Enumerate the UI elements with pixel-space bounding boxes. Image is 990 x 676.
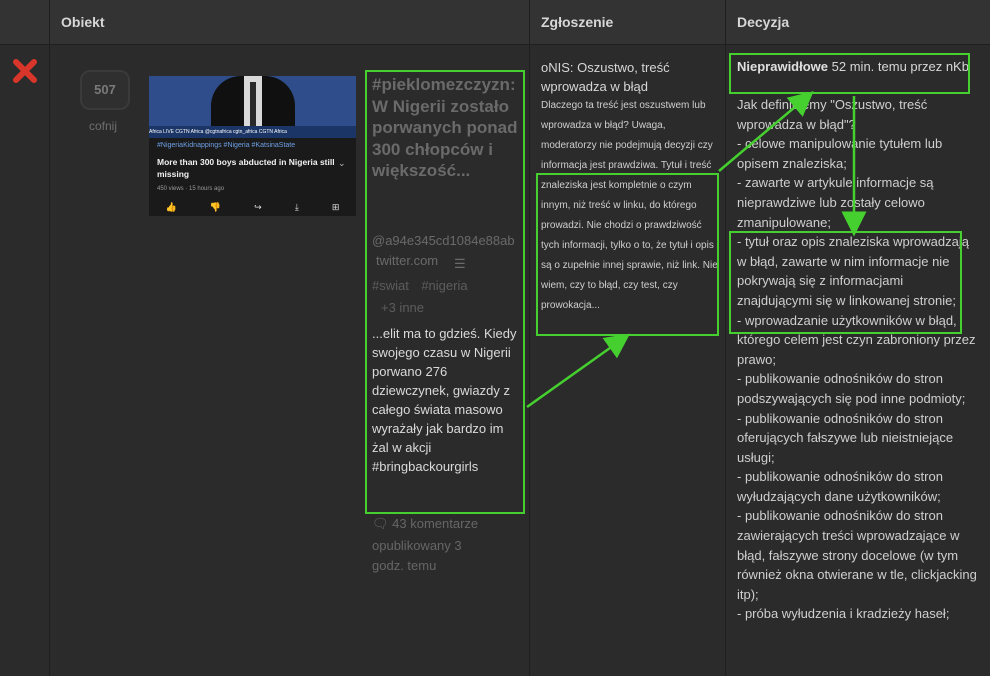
column-divider (49, 0, 50, 676)
decision-body: Jak definiujemy "Oszustwo, treść wprowad… (737, 97, 977, 622)
entry-hash: @a94e345cd1084e88ab (372, 233, 515, 248)
comments-icon: 🗨 (372, 516, 389, 531)
report-body: Dlaczego ta treść jest oszustwem lub wpr… (541, 100, 718, 311)
column-header-object: Obiekt (61, 14, 105, 30)
decision-verdict: Nieprawidłowe (737, 59, 829, 74)
column-divider (529, 0, 530, 676)
vote-count-badge[interactable]: 507 (80, 70, 130, 110)
column-divider (725, 0, 726, 676)
tag-link[interactable]: #nigeria (421, 278, 467, 293)
download-icon: ⤓ (294, 202, 299, 212)
add-to-playlist-icon: ⊞ (331, 202, 340, 212)
entry-domain-link[interactable]: twitter.com (376, 253, 438, 268)
column-header-decision: Decyzja (737, 14, 790, 30)
entry-thumbnail[interactable]: Africa LIVE CGTN Africa @cgtnafrica cgtn… (149, 76, 356, 216)
thumbs-down-icon: 👎 (209, 202, 222, 212)
undo-vote-link[interactable]: cofnij (89, 119, 117, 133)
entry-description: ...elit ma to gdzieś. Kiedy swojego czas… (372, 326, 517, 474)
decision-time: 52 min. temu przez nKb (831, 59, 969, 74)
thumbnail-tags: #NigeriaKidnappings #Nigeria #KatsinaSta… (157, 142, 296, 149)
report-reason: oNIS: Oszustwo, treść wprowadza w błąd (541, 60, 670, 94)
anchor-tie (250, 82, 256, 126)
entry-title[interactable]: #pieklomezczyzn: W Nigerii zostało porwa… (372, 74, 522, 182)
thumbs-up-icon: 👍 (165, 202, 177, 212)
entry-published: opublikowany 3 godz. temu (372, 538, 462, 573)
thumbnail-lower-third: Africa LIVE CGTN Africa @cgtnafrica cgtn… (149, 126, 356, 138)
column-header-report: Zgłoszenie (541, 14, 614, 30)
entry-comments[interactable]: 🗨 43 komentarze (372, 516, 478, 532)
tag-link[interactable]: #swiat (372, 278, 409, 293)
decision-header: Nieprawidłowe 52 min. temu przez nKb (737, 57, 977, 76)
comments-count: 43 komentarze (392, 516, 479, 531)
chevron-down-icon: ⌄ (338, 158, 346, 168)
thumbnail-actions: 👍 👎 ↪ ⤓ ⊞ (149, 202, 356, 213)
table-header: Obiekt Zgłoszenie Decyzja (0, 0, 990, 45)
thumbnail-meta: 450 views · 15 hours ago (157, 186, 225, 192)
entry-tags: #swiat #nigeria (372, 277, 468, 295)
more-tags-link[interactable]: +3 inne (381, 300, 424, 315)
thumbnail-title: More than 300 boys abducted in Nigeria s… (157, 157, 335, 179)
share-icon: ↪ (254, 202, 262, 212)
list-icon[interactable]: ☰ (454, 256, 466, 272)
reject-x-icon[interactable] (12, 58, 38, 84)
